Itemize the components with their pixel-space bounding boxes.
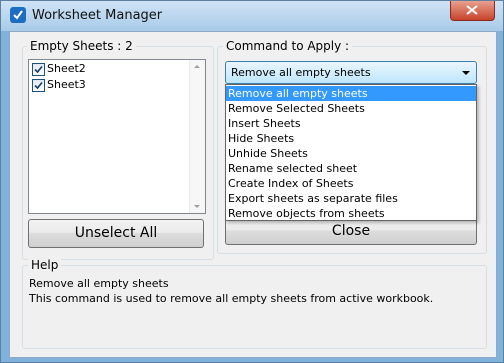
window-close-button[interactable] — [450, 1, 495, 21]
scroll-up-arrow-icon[interactable] — [194, 65, 200, 68]
dialog-body: Empty Sheets : 2 Sheet2 Sheet3 Unselect … — [9, 31, 497, 358]
command-select-value: Remove all empty sheets — [231, 66, 371, 79]
command-select[interactable]: Remove all empty sheets — [225, 61, 477, 84]
dropdown-option[interactable]: Insert Sheets — [226, 116, 476, 131]
sheet3-checkbox[interactable] — [32, 79, 45, 92]
sheet-list[interactable]: Sheet2 Sheet3 — [28, 59, 206, 214]
dropdown-option[interactable]: Export sheets as separate files — [226, 191, 476, 206]
command-dropdown-list: Remove all empty sheets Remove Selected … — [225, 84, 477, 221]
dropdown-option[interactable]: Hide Sheets — [226, 131, 476, 146]
empty-sheets-legend: Empty Sheets : 2 — [27, 39, 136, 53]
dropdown-option[interactable]: Remove Selected Sheets — [226, 101, 476, 116]
sheet2-checkbox[interactable] — [32, 63, 45, 76]
help-legend: Help — [28, 258, 62, 272]
help-title: Remove all empty sheets — [29, 277, 169, 290]
checkmark-icon — [34, 65, 43, 74]
window-title: Worksheet Manager — [32, 8, 163, 23]
sheet-label: Sheet3 — [47, 78, 86, 91]
dropdown-option[interactable]: Create Index of Sheets — [226, 176, 476, 191]
help-description: This command is used to remove all empty… — [29, 292, 434, 305]
checkmark-icon — [34, 81, 43, 90]
worksheet-manager-window: Worksheet Manager Empty Sheets : 2 Sheet… — [0, 0, 504, 363]
close-icon — [466, 5, 478, 15]
title-bar[interactable]: Worksheet Manager — [1, 1, 503, 31]
sheet-label: Sheet2 — [47, 62, 86, 75]
dropdown-option[interactable]: Remove all empty sheets — [226, 86, 476, 101]
dropdown-option[interactable]: Remove objects from sheets — [226, 206, 476, 221]
unselect-all-button[interactable]: Unselect All — [28, 219, 204, 248]
app-icon — [10, 7, 26, 23]
command-legend: Command to Apply : — [223, 39, 353, 53]
scroll-down-arrow-icon[interactable] — [194, 205, 200, 208]
dropdown-option[interactable]: Unhide Sheets — [226, 146, 476, 161]
dropdown-option[interactable]: Rename selected sheet — [226, 161, 476, 176]
chevron-down-icon[interactable] — [462, 71, 470, 75]
list-scrollbar[interactable] — [189, 60, 205, 213]
close-button[interactable]: Close — [225, 217, 477, 245]
